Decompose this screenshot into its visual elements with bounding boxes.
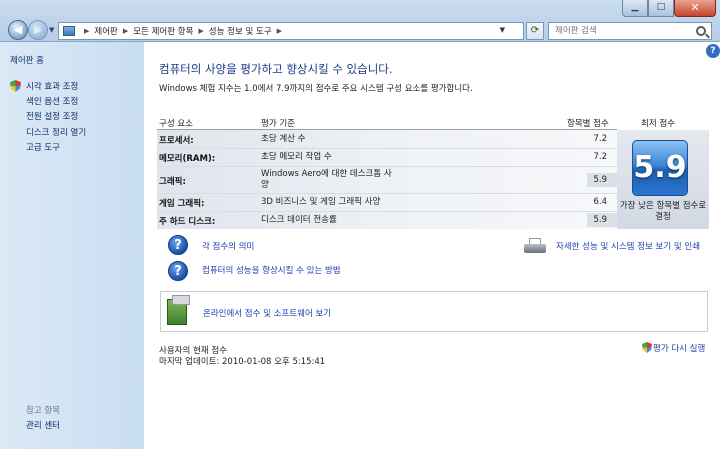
sidebar-home-link[interactable]: 제어판 홈 [10,54,44,66]
row-rating: Windows Aero에 대한 데스크톱 사양 [261,169,392,190]
sidebar-item-disk-cleanup[interactable]: 디스크 정리 열기 [26,126,86,138]
page-title: 컴퓨터의 사양을 평가하고 향상시킬 수 있습니다. [159,62,393,76]
improve-performance-link[interactable]: 컴퓨터의 성능을 향상시킬 수 있는 방법 [202,264,341,276]
online-scores-link[interactable]: 온라인에서 점수 및 소프트웨어 보기 [203,307,331,319]
page-description: Windows 체험 지수는 1.0에서 7.9까지의 점수로 주요 시스템 구… [159,84,473,94]
main-content: ? 컴퓨터의 사양을 평가하고 향상시킬 수 있습니다. Windows 체험 … [144,42,720,449]
sidebar-item-visual-effects[interactable]: 시각 효과 조정 [26,80,78,92]
row-score: 5.9 [593,215,607,225]
header-rating: 평가 기준 [261,119,295,129]
rerun-assessment-link[interactable]: 평가 다시 실행 [653,342,705,354]
breadcrumb: ▶ 제어판 ▶ 모든 제어판 항목 ▶ 성능 정보 및 도구 ▶ [79,25,287,37]
row-score: 5.9 [593,175,607,185]
minimize-button[interactable]: ▁ [622,0,648,17]
breadcrumb-item[interactable]: 모든 제어판 항목 [133,25,193,37]
address-bar[interactable]: ▶ 제어판 ▶ 모든 제어판 항목 ▶ 성능 정보 및 도구 ▶ ▼ [58,22,524,40]
row-rating: 3D 비즈니스 및 게임 그래픽 사양 [261,197,381,207]
chevron-right-icon: ▶ [122,27,129,35]
online-panel: 온라인에서 점수 및 소프트웨어 보기 [160,291,708,332]
row-component: 프로세서: [159,136,194,146]
breadcrumb-item[interactable]: 성능 정보 및 도구 [209,25,272,37]
row-score: 7.2 [593,152,607,162]
help-question-icon: ? [168,261,188,281]
row-component: 메모리(RAM): [159,154,216,164]
forward-button[interactable]: ▶ [28,20,48,40]
header-component: 구성 요소 [159,119,193,129]
recent-pages-dropdown[interactable]: ▼ [49,26,54,34]
refresh-icon: ⟳ [530,25,540,36]
table-row: 주 하드 디스크: 디스크 데이터 전송률 5.9 [157,212,617,229]
header-basescore: 최저 점수 [641,119,675,129]
row-component: 그래픽: [159,177,186,187]
table-row: 메모리(RAM): 초당 메모리 작업 수 7.2 [157,149,617,166]
details-print-link[interactable]: 자세한 성능 및 시스템 정보 보기 및 인쇄 [556,240,700,252]
search-box [548,22,712,40]
arrow-left-icon: ◀ [13,23,23,36]
help-icon[interactable]: ? [706,44,720,58]
close-button[interactable]: ✕ [674,0,716,17]
search-icon[interactable] [696,26,706,36]
table-row: 그래픽: Windows Aero에 대한 데스크톱 사양 5.9 [157,167,617,193]
chevron-right-icon: ▶ [198,27,204,35]
table-row: 프로세서: 초당 계산 수 7.2 [157,130,617,148]
header-subscore: 항목별 점수 [567,119,609,129]
software-box-icon [167,295,190,325]
row-score: 7.2 [593,134,607,144]
sidebar-item-action-center[interactable]: 관리 센터 [26,419,60,431]
title-bar: ▁ □ ✕ ◀ ▶ ▼ ▶ 제어판 ▶ 모든 제어판 항목 ▶ 성능 정보 및 … [0,0,720,42]
refresh-button[interactable]: ⟳ [526,22,544,40]
row-score: 6.4 [593,197,607,207]
base-score-panel: 5.9 가장 낮은 항목별 점수로 결정 [617,130,709,229]
row-rating: 초당 계산 수 [261,134,306,144]
row-component: 주 하드 디스크: [159,217,216,227]
search-input[interactable] [555,26,691,36]
chevron-right-icon: ▶ [84,27,90,35]
row-rating: 디스크 데이터 전송률 [261,215,337,225]
table-row: 게임 그래픽: 3D 비즈니스 및 게임 그래픽 사양 6.4 [157,194,617,211]
arrow-right-icon: ▶ [33,23,43,36]
uac-shield-icon [10,80,21,92]
table-header: 구성 요소 평가 기준 항목별 점수 최저 점수 [157,115,709,129]
uac-shield-icon [642,342,652,353]
chevron-right-icon: ▶ [276,27,283,35]
maximize-button[interactable]: □ [648,0,674,17]
last-update-label: 마지막 업데이트: 2010-01-08 오후 5:15:41 [159,357,326,367]
row-component: 게임 그래픽: [159,199,205,209]
base-score-caption: 가장 낮은 항목별 점수로 결정 [619,201,707,222]
sidebar-item-advanced-tools[interactable]: 고급 도구 [26,141,60,153]
score-meaning-link[interactable]: 각 점수의 의미 [202,240,254,252]
back-button[interactable]: ◀ [8,20,28,40]
printer-icon [524,238,546,254]
help-question-icon: ? [168,235,188,255]
breadcrumb-item[interactable]: 제어판 [94,25,117,37]
sidebar-item-index-options[interactable]: 색인 옵션 조정 [26,95,78,107]
control-panel-icon [63,26,75,36]
row-rating: 초당 메모리 작업 수 [261,152,332,162]
base-score-badge: 5.9 [632,140,688,196]
see-also-heading: 참고 항목 [26,406,60,416]
task-pane: 제어판 홈 시각 효과 조정 색인 옵션 조정 전원 설정 조정 디스크 정리 … [0,42,144,449]
sidebar-item-power-settings[interactable]: 전원 설정 조정 [26,110,78,122]
chevron-down-icon[interactable]: ▼ [500,26,505,34]
